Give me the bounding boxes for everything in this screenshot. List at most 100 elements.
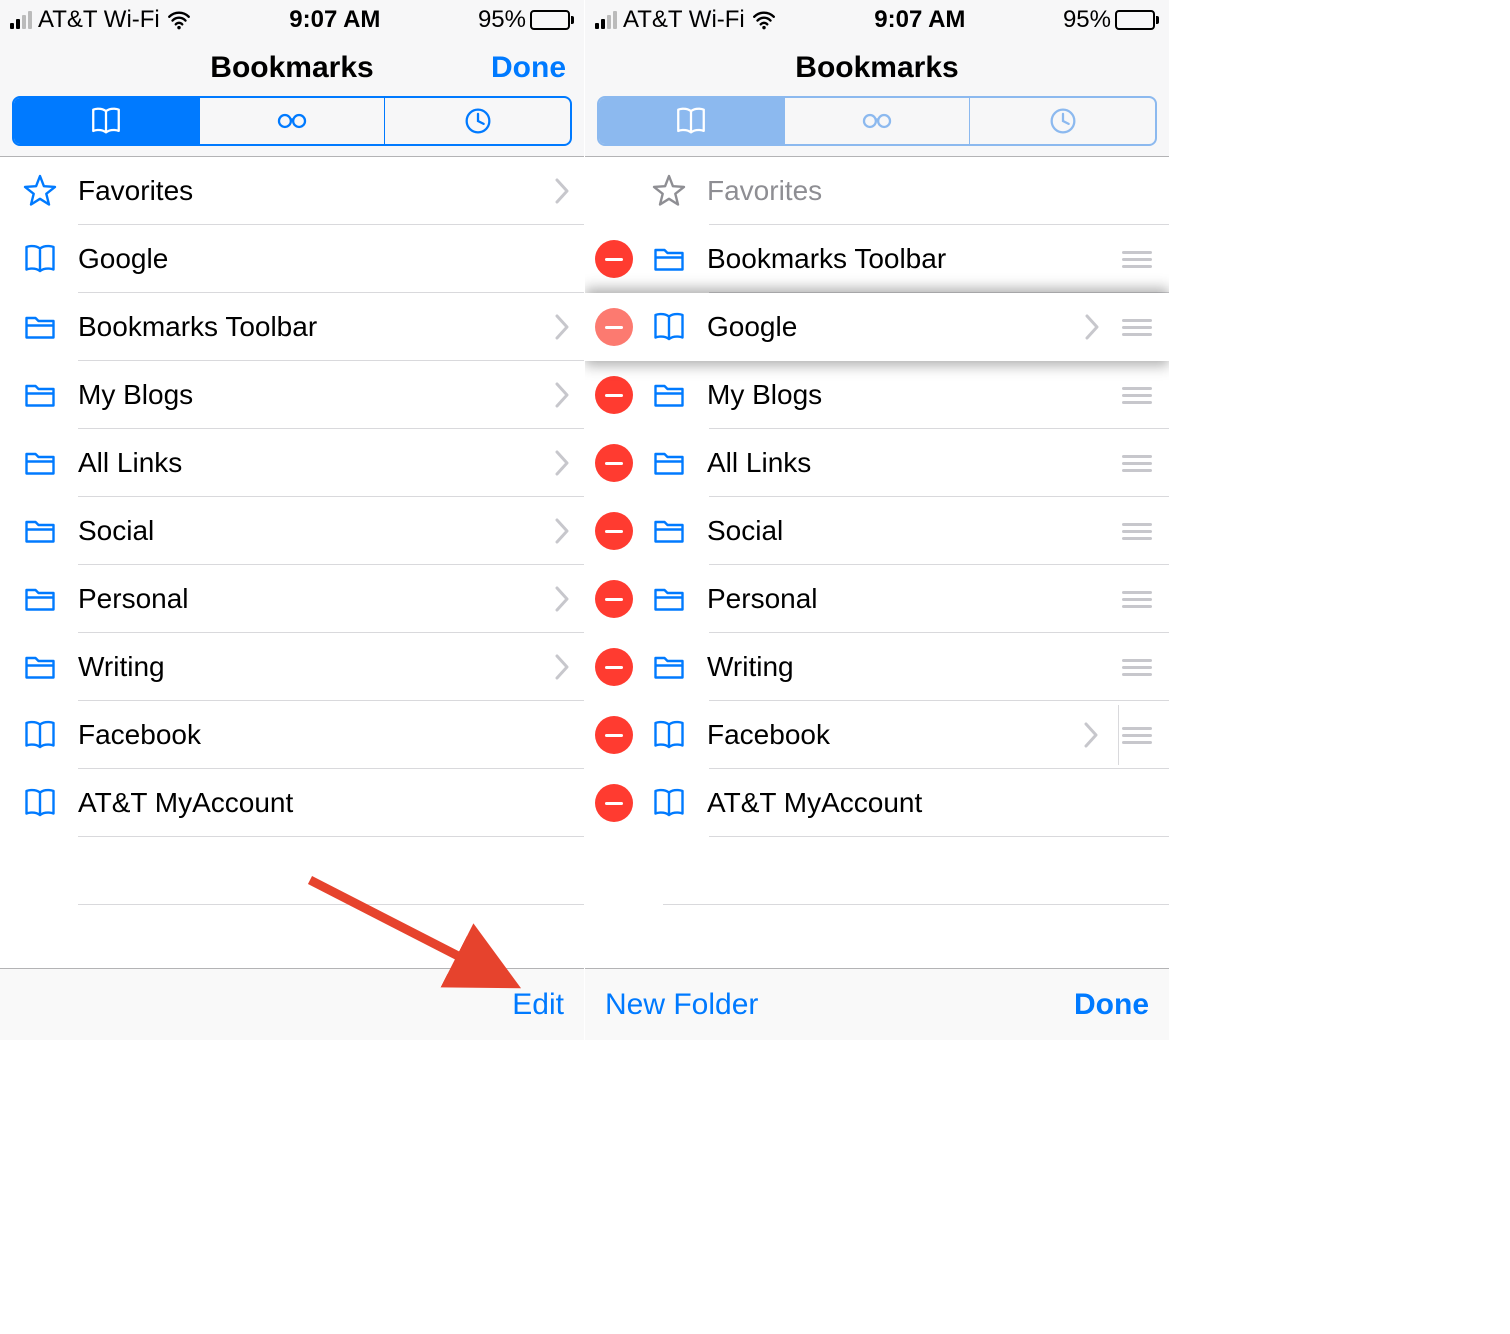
delete-icon[interactable]: [595, 580, 633, 618]
battery-icon: [1115, 10, 1159, 30]
battery-percent: 95%: [478, 6, 526, 34]
segmented-control: [12, 96, 572, 146]
row-social[interactable]: Social: [585, 497, 1169, 565]
tab-history[interactable]: [385, 98, 570, 144]
edit-button[interactable]: Edit: [512, 988, 564, 1022]
row-label: Facebook: [689, 719, 1078, 751]
row-my-blogs[interactable]: My Blogs: [585, 361, 1169, 429]
row-google[interactable]: Google: [0, 225, 584, 293]
row-label: My Blogs: [689, 379, 1119, 411]
drag-handle-icon[interactable]: [1119, 591, 1169, 608]
row-bookmarks-toolbar[interactable]: Bookmarks Toolbar: [585, 225, 1169, 293]
book-icon: [649, 785, 689, 821]
row-social[interactable]: Social: [0, 497, 584, 565]
folder-icon: [20, 445, 60, 481]
cell-signal-icon: [595, 11, 617, 29]
bookmark-list-edit: Favorites Bookmarks Toolbar Google My Bl…: [585, 157, 1169, 968]
delete-icon[interactable]: [595, 716, 633, 754]
row-favorites[interactable]: Favorites: [0, 157, 584, 225]
new-folder-button[interactable]: New Folder: [605, 988, 758, 1022]
chevron-right-icon: [554, 314, 584, 340]
folder-icon: [20, 377, 60, 413]
row-label: Google: [60, 243, 584, 275]
drag-handle-icon[interactable]: [1119, 251, 1169, 268]
drag-handle-icon[interactable]: [1119, 523, 1169, 540]
row-all-links[interactable]: All Links: [0, 429, 584, 497]
star-icon: [20, 173, 60, 209]
delete-icon[interactable]: [595, 444, 633, 482]
row-writing[interactable]: Writing: [585, 633, 1169, 701]
chevron-right-icon: [554, 586, 584, 612]
row-label: Personal: [689, 583, 1119, 615]
row-label: Writing: [60, 651, 554, 683]
segmented-control: [597, 96, 1157, 146]
clock-time: 9:07 AM: [289, 6, 380, 34]
book-icon: [20, 241, 60, 277]
folder-icon: [649, 377, 689, 413]
tab-bookmarks[interactable]: [599, 98, 785, 144]
delete-icon[interactable]: [595, 308, 633, 346]
row-my-blogs[interactable]: My Blogs: [0, 361, 584, 429]
chevron-right-icon: [554, 654, 584, 680]
row-personal[interactable]: Personal: [585, 565, 1169, 633]
row-label: My Blogs: [60, 379, 554, 411]
row-google-dragging[interactable]: Google: [585, 293, 1169, 361]
nav-header: Bookmarks: [585, 40, 1169, 157]
toolbar: New Folder Done: [585, 968, 1169, 1040]
book-icon: [649, 309, 689, 345]
row-label: Social: [60, 515, 554, 547]
row-bookmarks-toolbar[interactable]: Bookmarks Toolbar: [0, 293, 584, 361]
row-writing[interactable]: Writing: [0, 633, 584, 701]
drag-handle-icon[interactable]: [1119, 659, 1169, 676]
delete-icon[interactable]: [595, 376, 633, 414]
row-all-links[interactable]: All Links: [585, 429, 1169, 497]
row-label: Social: [689, 515, 1119, 547]
folder-icon: [20, 309, 60, 345]
row-label: All Links: [60, 447, 554, 479]
wifi-icon: [751, 7, 777, 33]
chevron-right-icon: [554, 518, 584, 544]
row-att-myaccount[interactable]: AT&T MyAccount: [0, 769, 584, 837]
chevron-right-icon: [554, 178, 584, 204]
folder-icon: [649, 241, 689, 277]
folder-icon: [649, 649, 689, 685]
row-favorites: Favorites: [585, 157, 1169, 225]
drag-handle-icon[interactable]: [1119, 727, 1169, 744]
delete-icon[interactable]: [595, 648, 633, 686]
cell-signal-icon: [10, 11, 32, 29]
status-bar: AT&T Wi-Fi 9:07 AM 95%: [0, 0, 584, 40]
tab-reading-list[interactable]: [200, 98, 386, 144]
wifi-icon: [166, 7, 192, 33]
row-label: All Links: [689, 447, 1119, 479]
row-facebook[interactable]: Facebook: [585, 701, 1169, 769]
drag-handle-icon[interactable]: [1119, 455, 1169, 472]
toolbar: Edit: [0, 968, 584, 1040]
battery-icon: [530, 10, 574, 30]
clock-time: 9:07 AM: [874, 6, 965, 34]
row-label: AT&T MyAccount: [689, 787, 1169, 819]
status-bar: AT&T Wi-Fi 9:07 AM 95%: [585, 0, 1169, 40]
folder-icon: [20, 581, 60, 617]
row-facebook[interactable]: Facebook: [0, 701, 584, 769]
done-button[interactable]: Done: [1074, 988, 1149, 1022]
chevron-right-icon: [1083, 722, 1113, 748]
row-label: Facebook: [60, 719, 584, 751]
nav-header: Bookmarks Done: [0, 40, 584, 157]
drag-handle-icon[interactable]: [1119, 387, 1169, 404]
tab-reading-list[interactable]: [785, 98, 971, 144]
book-icon: [20, 785, 60, 821]
drag-handle-icon[interactable]: [1119, 319, 1169, 336]
done-button[interactable]: Done: [491, 51, 566, 85]
empty-row: [585, 837, 1169, 905]
chevron-right-icon: [554, 382, 584, 408]
tab-bookmarks[interactable]: [14, 98, 200, 144]
page-title: Bookmarks: [210, 51, 373, 85]
delete-icon[interactable]: [595, 240, 633, 278]
tab-history[interactable]: [970, 98, 1155, 144]
delete-icon[interactable]: [595, 784, 633, 822]
row-personal[interactable]: Personal: [0, 565, 584, 633]
delete-icon[interactable]: [595, 512, 633, 550]
row-label: Bookmarks Toolbar: [689, 243, 1119, 275]
row-att-myaccount[interactable]: AT&T MyAccount: [585, 769, 1169, 837]
row-label: Google: [689, 311, 1079, 343]
